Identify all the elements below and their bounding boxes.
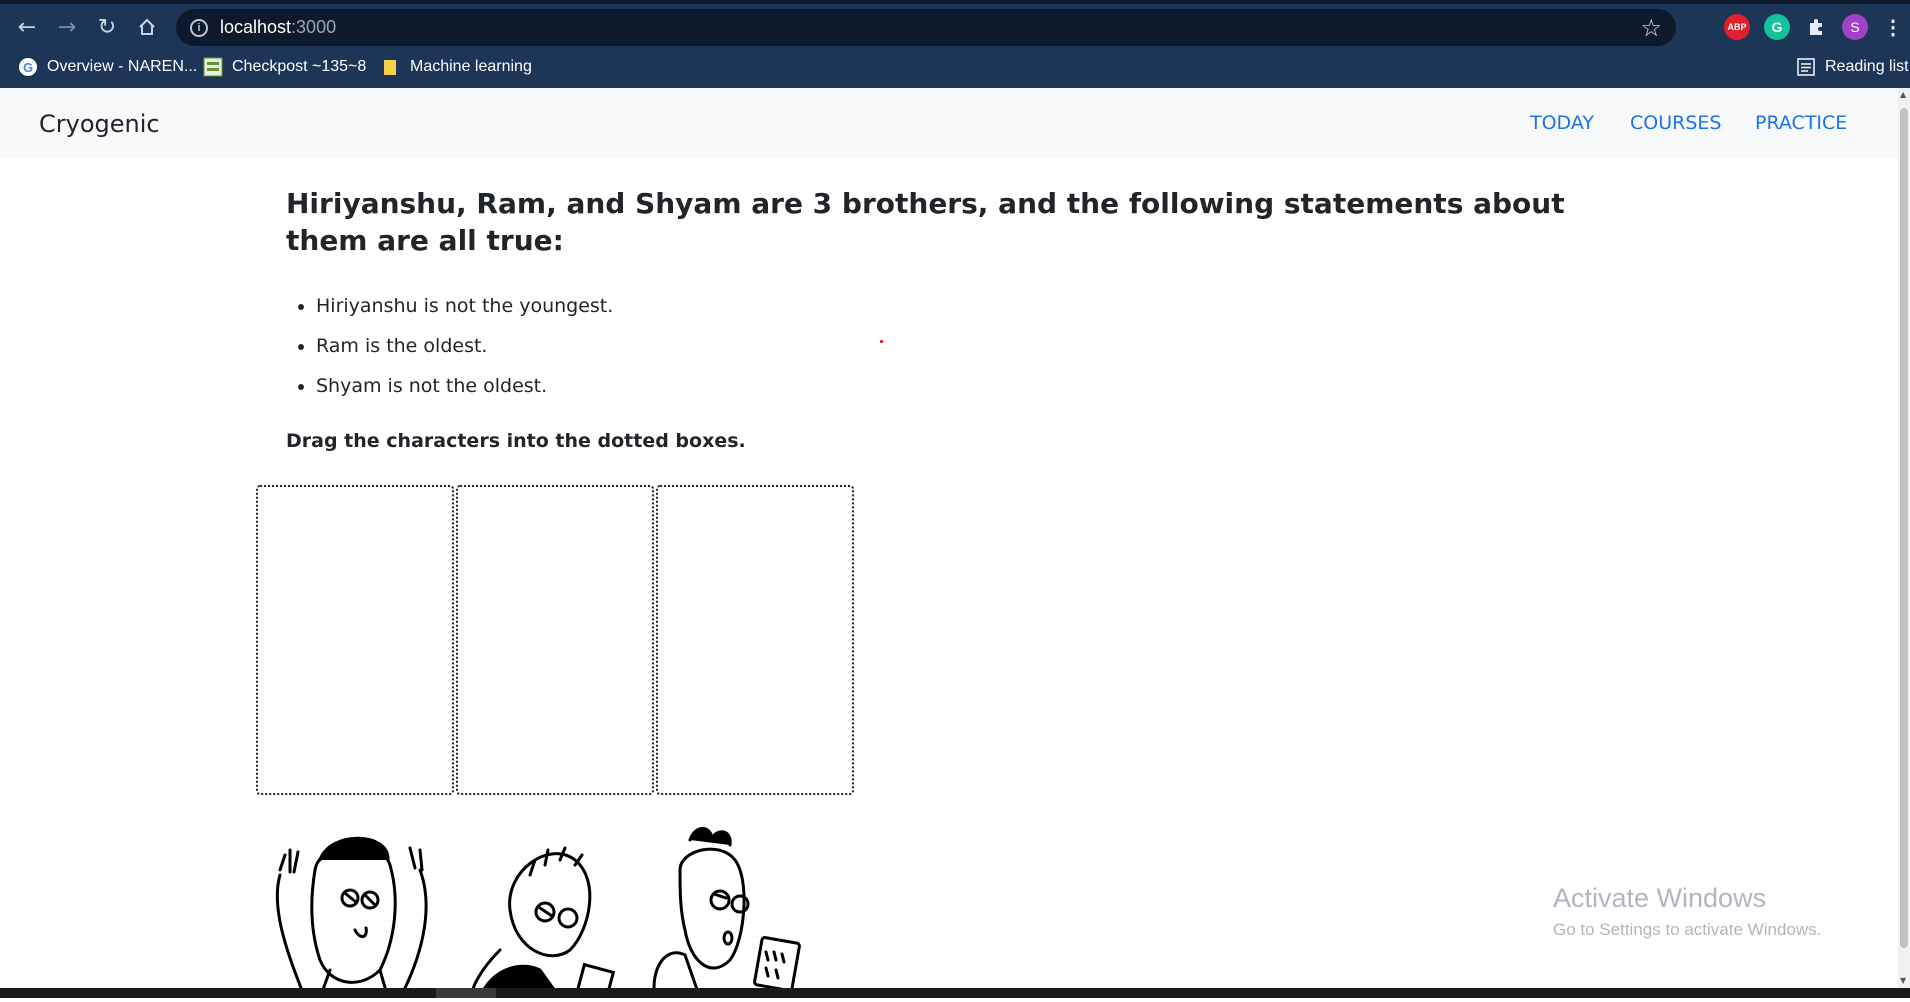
reading-list-label: Reading list bbox=[1825, 58, 1909, 75]
drop-box-1[interactable] bbox=[256, 485, 454, 795]
address-url: localhost:3000 bbox=[220, 17, 337, 37]
statement-item: Shyam is not the oldest. bbox=[316, 370, 613, 410]
drop-box-3[interactable] bbox=[656, 485, 854, 795]
bookmark-machine-learning[interactable]: Machine learning bbox=[381, 57, 532, 77]
bookmarks-bar: G Overview - NAREN... Checkpost ~135~8 M… bbox=[0, 49, 1910, 88]
nav-practice[interactable]: PRACTICE bbox=[1755, 112, 1847, 134]
character-2[interactable] bbox=[460, 820, 640, 1002]
bookmark-label: Checkpost ~135~8 bbox=[232, 58, 367, 75]
reading-list-button[interactable]: Reading list bbox=[1796, 57, 1909, 77]
taskbar-item[interactable] bbox=[436, 988, 496, 998]
character-3[interactable] bbox=[640, 820, 820, 1000]
bookmark-star-icon[interactable]: ☆ bbox=[1640, 14, 1662, 42]
taskbar-edge bbox=[0, 988, 1910, 998]
red-dot-mark bbox=[880, 340, 883, 343]
site-info-icon[interactable]: i bbox=[190, 18, 208, 37]
nav-courses[interactable]: COURSES bbox=[1630, 112, 1721, 134]
nav-today[interactable]: TODAY bbox=[1530, 112, 1594, 134]
reload-icon[interactable]: ↻ bbox=[90, 10, 124, 44]
profile-avatar[interactable]: S bbox=[1842, 14, 1868, 40]
google-icon: G bbox=[18, 57, 38, 77]
statement-list: Hiriyanshu is not the youngest. Ram is t… bbox=[286, 290, 613, 410]
adblock-extension-icon[interactable]: ABP bbox=[1724, 14, 1750, 40]
grammarly-extension-icon[interactable]: G bbox=[1764, 14, 1790, 40]
address-bar[interactable]: i localhost:3000 ☆ bbox=[176, 9, 1676, 46]
menu-kebab-icon[interactable]: ⋮ bbox=[1880, 14, 1906, 40]
windows-activation-watermark: Activate Windows Go to Settings to activ… bbox=[1553, 883, 1821, 940]
puzzle-question: Hiriyanshu, Ram, and Shyam are 3 brother… bbox=[286, 187, 1565, 257]
home-icon[interactable] bbox=[130, 10, 164, 44]
reading-list-icon bbox=[1796, 57, 1816, 77]
scroll-up-icon[interactable]: ▲ bbox=[1900, 90, 1906, 99]
scroll-down-icon[interactable]: ▼ bbox=[1900, 976, 1906, 985]
character-1[interactable] bbox=[260, 820, 440, 1000]
statement-item: Ram is the oldest. bbox=[316, 330, 613, 370]
page-scrollbar[interactable]: ▲ ▼ bbox=[1898, 88, 1910, 988]
site-favicon bbox=[203, 57, 223, 77]
brand-logo[interactable]: Cryogenic bbox=[39, 110, 160, 138]
scrollbar-thumb[interactable] bbox=[1900, 108, 1908, 948]
bookmark-overview[interactable]: G Overview - NAREN... bbox=[18, 57, 197, 77]
watermark-subtitle: Go to Settings to activate Windows. bbox=[1553, 920, 1822, 939]
browser-chrome: ← → ↻ i localhost:3000 ☆ ABP G S ⋮ G Ove… bbox=[0, 0, 1910, 88]
bookmark-checkpost[interactable]: Checkpost ~135~8 bbox=[203, 57, 366, 77]
extensions-puzzle-icon[interactable] bbox=[1803, 14, 1829, 40]
bookmark-label: Overview - NAREN... bbox=[47, 58, 198, 75]
back-icon[interactable]: ← bbox=[10, 10, 44, 44]
browser-toolbar: ← → ↻ i localhost:3000 ☆ ABP G S ⋮ bbox=[0, 4, 1910, 49]
statement-item: Hiriyanshu is not the youngest. bbox=[316, 290, 613, 330]
bookmark-label: Machine learning bbox=[410, 58, 532, 75]
svg-text:G: G bbox=[23, 60, 33, 75]
forward-icon[interactable]: → bbox=[50, 10, 84, 44]
watermark-title: Activate Windows bbox=[1553, 883, 1767, 913]
app-navbar: Cryogenic TODAY COURSES PRACTICE bbox=[0, 88, 1898, 158]
drop-box-2[interactable] bbox=[456, 485, 654, 795]
drag-instruction: Drag the characters into the dotted boxe… bbox=[286, 430, 746, 452]
folder-icon bbox=[381, 57, 401, 77]
